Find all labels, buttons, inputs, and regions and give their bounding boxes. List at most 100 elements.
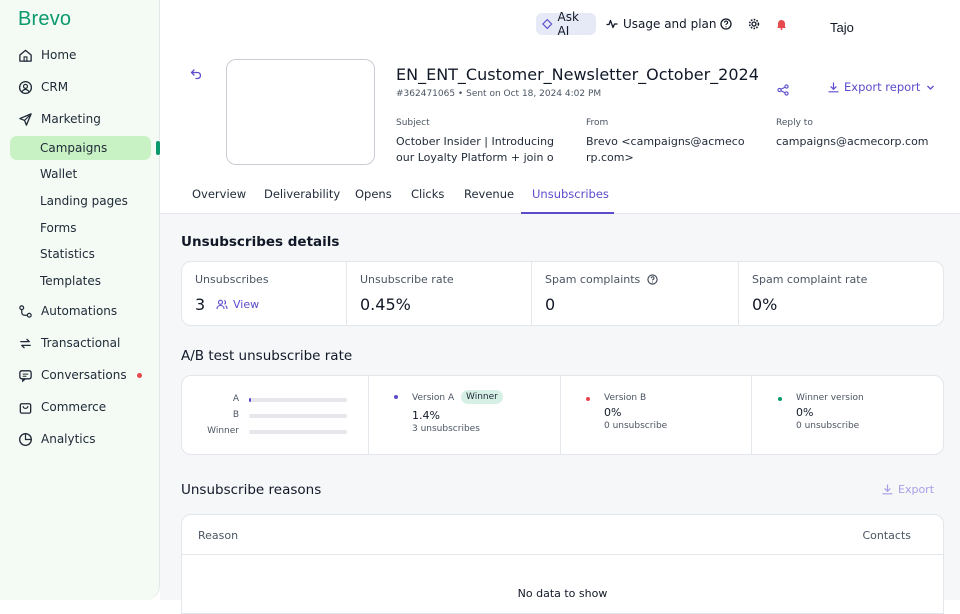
version-name: Winner version (796, 393, 864, 403)
subject-value: October Insider | Introducing our Loyalt… (396, 135, 555, 164)
sidebar-item-automations[interactable]: Automations (18, 299, 117, 323)
help-icon (720, 18, 732, 30)
sidebar-item-home[interactable]: Home (18, 43, 76, 67)
campaign-id-sent: #362471065 • Sent on Oct 18, 2024 4:02 P… (396, 89, 602, 99)
stat-label: Spam complaint rate (752, 273, 868, 286)
empty-state-text: No data to show (517, 587, 608, 600)
version-sub: 3 unsubscribes (412, 424, 480, 434)
stat-value: 0.45% (360, 295, 411, 314)
usage-plan-label: Usage and plan (623, 17, 717, 31)
ask-ai-button[interactable]: Ask AI (536, 10, 596, 38)
sidebar-item-conversations[interactable]: Conversations (18, 363, 127, 387)
automation-icon (19, 304, 32, 318)
ab-version-b: Version B 0% 0 unsubscribe (561, 376, 752, 454)
export-reasons-button[interactable]: Export (882, 483, 934, 496)
stat-spam-complaints: Spam complaints 0 (532, 262, 739, 325)
ab-test-card: A B Winner Version A Winner 1.4% 3 unsub… (181, 375, 944, 455)
download-icon (882, 484, 893, 495)
tab-clicks[interactable]: Clicks (411, 187, 444, 201)
tab-unsubscribes[interactable]: Unsubscribes (532, 187, 609, 201)
tab-opens[interactable]: Opens (355, 187, 392, 201)
notification-dot (137, 373, 142, 378)
stat-spam-complaint-rate: Spam complaint rate 0% (739, 262, 945, 325)
ab-bar-chart: A B Winner (182, 376, 369, 454)
version-value: 0% (604, 406, 622, 419)
sidebar-item-label: Home (41, 48, 77, 62)
reply-to-value: campaigns@acmecorp.com (776, 135, 929, 148)
chevron-down-icon (927, 85, 935, 90)
stat-value: 0% (752, 295, 778, 314)
bar-track-b (249, 414, 347, 418)
settings-button[interactable] (748, 14, 760, 34)
version-sub: 0 unsubscribe (604, 421, 668, 431)
sidebar-subitem-statistics[interactable]: Statistics (40, 244, 95, 264)
gear-icon (748, 18, 760, 30)
sidebar-item-label: Conversations (41, 368, 127, 382)
table-header: Reason Contacts (182, 515, 943, 555)
view-unsubscribers-link[interactable]: View (216, 298, 259, 311)
tab-overview[interactable]: Overview (192, 187, 246, 201)
version-value: 0% (796, 406, 814, 419)
reply-to-label: Reply to (776, 118, 813, 128)
column-header-contacts[interactable]: Contacts (862, 529, 911, 542)
bar-label-b: B (232, 410, 239, 420)
legend-dot (394, 395, 398, 399)
sidebar-item-marketing[interactable]: Marketing (18, 107, 101, 131)
stat-label: Unsubscribe rate (360, 273, 454, 286)
sidebar-item-label: Automations (41, 304, 118, 318)
version-sub: 0 unsubscribe (796, 421, 860, 431)
arrows-icon (20, 338, 31, 348)
version-value: 1.4% (412, 409, 440, 422)
share-button[interactable] (777, 81, 789, 100)
subject-label: Subject (396, 118, 430, 128)
contacts-icon (18, 80, 33, 94)
bar-track-a (249, 398, 347, 402)
notifications-button[interactable] (776, 14, 787, 34)
back-arrow-icon (190, 69, 202, 80)
bar-track-winner (249, 430, 347, 434)
brevo-logo[interactable]: Brevo (18, 8, 71, 31)
sidebar-item-label: Transactional (41, 336, 121, 350)
tab-deliverability[interactable]: Deliverability (264, 187, 340, 201)
sidebar-item-label: Commerce (41, 400, 107, 414)
version-name: Version A (412, 393, 455, 403)
campaign-title: EN_ENT_Customer_Newsletter_October_2024 (396, 65, 759, 84)
stat-label: Spam complaints (545, 273, 641, 286)
sidebar-subitem-campaigns[interactable]: Campaigns (40, 138, 107, 158)
sidebar-subitem-forms[interactable]: Forms (40, 218, 76, 238)
sidebar-item-commerce[interactable]: Commerce (18, 395, 106, 419)
bell-icon (777, 20, 786, 30)
tab-revenue[interactable]: Revenue (464, 187, 514, 201)
stat-value: 0 (545, 295, 556, 314)
usage-plan-button[interactable]: Usage and plan (606, 14, 717, 34)
users-icon (216, 299, 228, 310)
ab-test-heading: A/B test unsubscribe rate (181, 348, 353, 364)
stat-value: 3 (195, 295, 206, 314)
info-icon[interactable] (647, 274, 658, 285)
send-icon (19, 112, 32, 126)
back-button[interactable] (190, 65, 202, 84)
version-name: Version B (604, 393, 647, 403)
legend-dot (586, 397, 590, 401)
export-report-label: Export report (844, 80, 921, 94)
sidebar-subitem-wallet[interactable]: Wallet (40, 164, 77, 184)
sidebar-item-analytics[interactable]: Analytics (18, 427, 96, 451)
sidebar-item-transactional[interactable]: Transactional (18, 331, 120, 355)
sidebar-item-label: Marketing (41, 112, 101, 126)
email-preview-thumbnail[interactable] (226, 59, 375, 165)
bar-label-winner: Winner (207, 426, 239, 436)
account-name[interactable]: Tajo (830, 17, 854, 37)
from-value: Brevo <campaigns@acmecorp.com> (586, 135, 745, 164)
winner-badge: Winner (461, 390, 503, 404)
sidebar-subitem-landing-pages[interactable]: Landing pages (40, 191, 128, 211)
column-header-reason[interactable]: Reason (198, 529, 238, 542)
bar-label-a: A (232, 394, 239, 404)
unsubscribe-reasons-heading: Unsubscribe reasons (181, 482, 322, 498)
export-report-button[interactable]: Export report (828, 80, 935, 94)
download-icon (828, 81, 839, 92)
sidebar-subitem-templates[interactable]: Templates (40, 271, 101, 291)
sidebar-item-crm[interactable]: CRM (18, 75, 68, 99)
ab-version-a: Version A Winner 1.4% 3 unsubscribes (369, 376, 561, 454)
help-button[interactable] (720, 14, 732, 34)
main-area: Ask AI Usage and plan Tajo EN_ENT_Custom… (160, 0, 960, 614)
